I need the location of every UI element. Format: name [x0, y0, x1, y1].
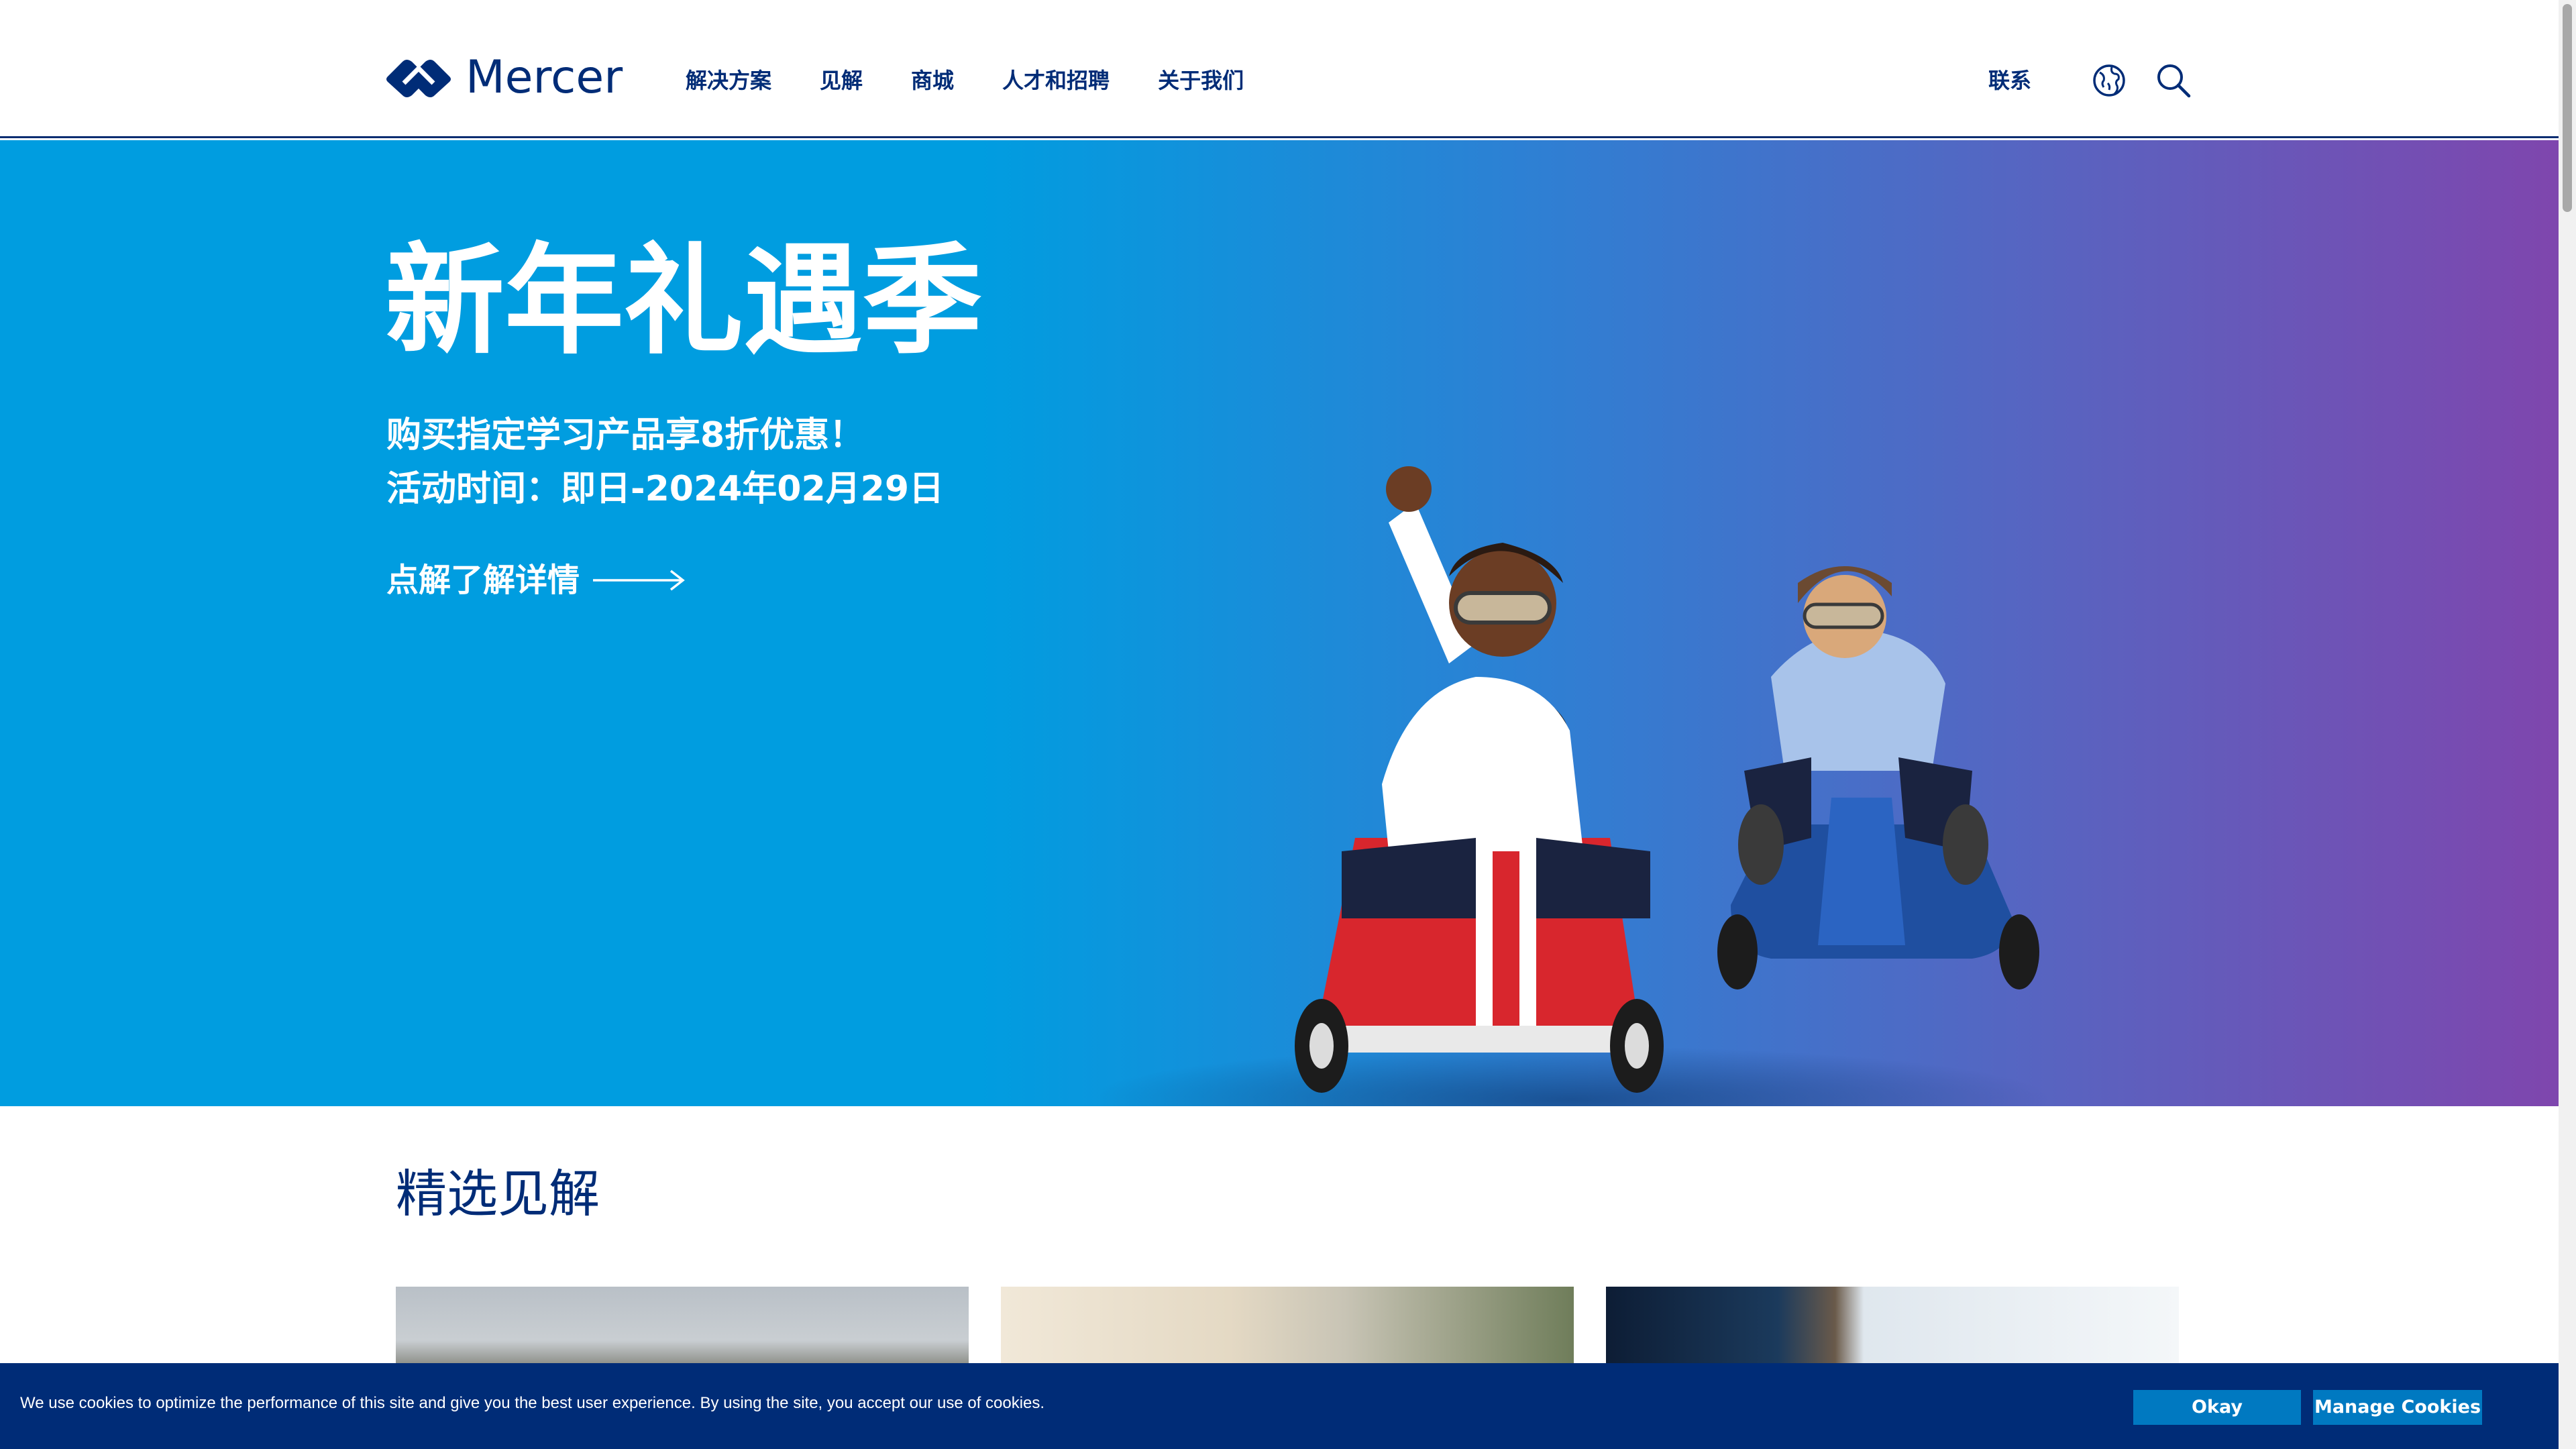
hero-promo-line: 购买指定学习产品享8折优惠！: [386, 415, 865, 455]
hero-subtitle: 购买指定学习产品享8折优惠！ 活动时间：即日-2024年02月29日: [386, 409, 944, 516]
left-child: [1342, 466, 1650, 918]
hero-date-line: 活动时间：即日-2024年02月29日: [386, 469, 945, 509]
hero-title: 新年礼遇季: [385, 231, 982, 370]
nav-solutions[interactable]: 解决方案: [686, 64, 771, 97]
cookie-okay-button[interactable]: Okay: [2133, 1390, 2301, 1425]
utility-nav: 联系: [1988, 62, 2192, 99]
featured-insights-heading: 精选见解: [396, 1164, 600, 1224]
hero-banner: 新年礼遇季 购买指定学习产品享8折优惠！ 活动时间：即日-2024年02月29日…: [0, 140, 2576, 1106]
nav-talent-recruiting[interactable]: 人才和招聘: [1002, 64, 1110, 97]
nav-about-us[interactable]: 关于我们: [1158, 64, 1244, 97]
mercer-logo[interactable]: Mercer: [385, 51, 623, 104]
arrow-right-icon: [593, 570, 685, 591]
main-nav: 解决方案 见解 商城 人才和招聘 关于我们: [686, 64, 1292, 97]
contact-link[interactable]: 联系: [1988, 62, 2031, 99]
brand-name: Mercer: [466, 51, 623, 104]
mercer-logo-icon: [386, 60, 451, 97]
scrollbar-thumb[interactable]: [2563, 4, 2572, 212]
search-icon[interactable]: [2155, 62, 2192, 99]
page-scrollbar[interactable]: [2559, 0, 2576, 1449]
cookie-message: We use cookies to optimize the performan…: [20, 1394, 1045, 1412]
manage-cookies-button[interactable]: Manage Cookies: [2313, 1390, 2482, 1425]
hero-image-kids-go-karts: [1100, 466, 2053, 1106]
hero-cta-label: 点解了解详情: [386, 561, 580, 599]
nav-insights[interactable]: 见解: [820, 64, 863, 97]
cookie-banner: We use cookies to optimize the performan…: [0, 1363, 2576, 1449]
globe-icon[interactable]: [2090, 62, 2128, 99]
nav-store[interactable]: 商城: [911, 64, 954, 97]
site-header: Mercer 解决方案 见解 商城 人才和招聘 关于我们 联系: [0, 0, 2576, 138]
hero-cta-link[interactable]: 点解了解详情: [386, 556, 686, 604]
